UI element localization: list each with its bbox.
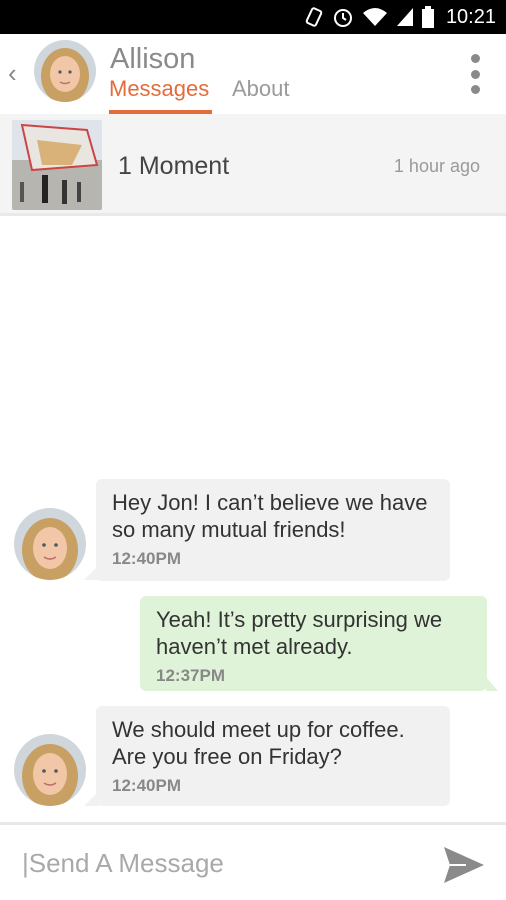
status-time: 10:21 [445, 5, 496, 28]
message-bubble-outgoing[interactable]: Yeah! It’s pretty surprising we haven’t … [140, 596, 487, 691]
alarm-icon [333, 9, 352, 27]
message-text: We should meet up for coffee. Are you fr… [112, 717, 405, 769]
message-bubble-incoming[interactable]: We should meet up for coffee. Are you fr… [96, 706, 450, 806]
sender-avatar[interactable] [14, 734, 86, 806]
signal-icon [396, 8, 413, 26]
sender-avatar[interactable] [14, 508, 86, 580]
status-bar: 10:21 [0, 0, 506, 34]
back-chevron-icon[interactable]: ‹ [8, 58, 26, 88]
moment-title: 1 Moment [118, 152, 230, 180]
message-time: 12:40PM [112, 549, 181, 568]
message-time: 12:37PM [156, 666, 225, 685]
vibrate-icon [305, 7, 323, 27]
wifi-icon [362, 8, 387, 26]
message-text: Hey Jon! I can’t believe we have so many… [112, 490, 428, 542]
message-text: Yeah! It’s pretty surprising we haven’t … [156, 607, 443, 659]
moment-row[interactable]: 1 Moment 1 hour ago [0, 114, 506, 216]
tab-about[interactable]: About [232, 76, 290, 102]
status-icons: 10:21 [304, 0, 496, 34]
contact-avatar[interactable] [34, 40, 96, 102]
composer-bar [0, 822, 506, 900]
message-input[interactable] [22, 843, 422, 883]
bubble-tail [486, 677, 498, 691]
moment-time: 1 hour ago [393, 156, 480, 176]
message-bubble-incoming[interactable]: Hey Jon! I can’t believe we have so many… [96, 479, 450, 581]
chat-header: ‹ Allison Messages About [0, 34, 506, 114]
send-icon[interactable] [442, 843, 486, 887]
contact-name: Allison [110, 43, 196, 75]
overflow-menu-icon[interactable] [468, 54, 482, 94]
battery-icon [421, 6, 434, 28]
message-time: 12:40PM [112, 776, 181, 795]
tab-messages[interactable]: Messages [109, 76, 209, 102]
chat-screen: 10:21 ‹ Allison Messages About 1 Moment … [0, 0, 506, 900]
moment-thumbnail [12, 120, 102, 210]
